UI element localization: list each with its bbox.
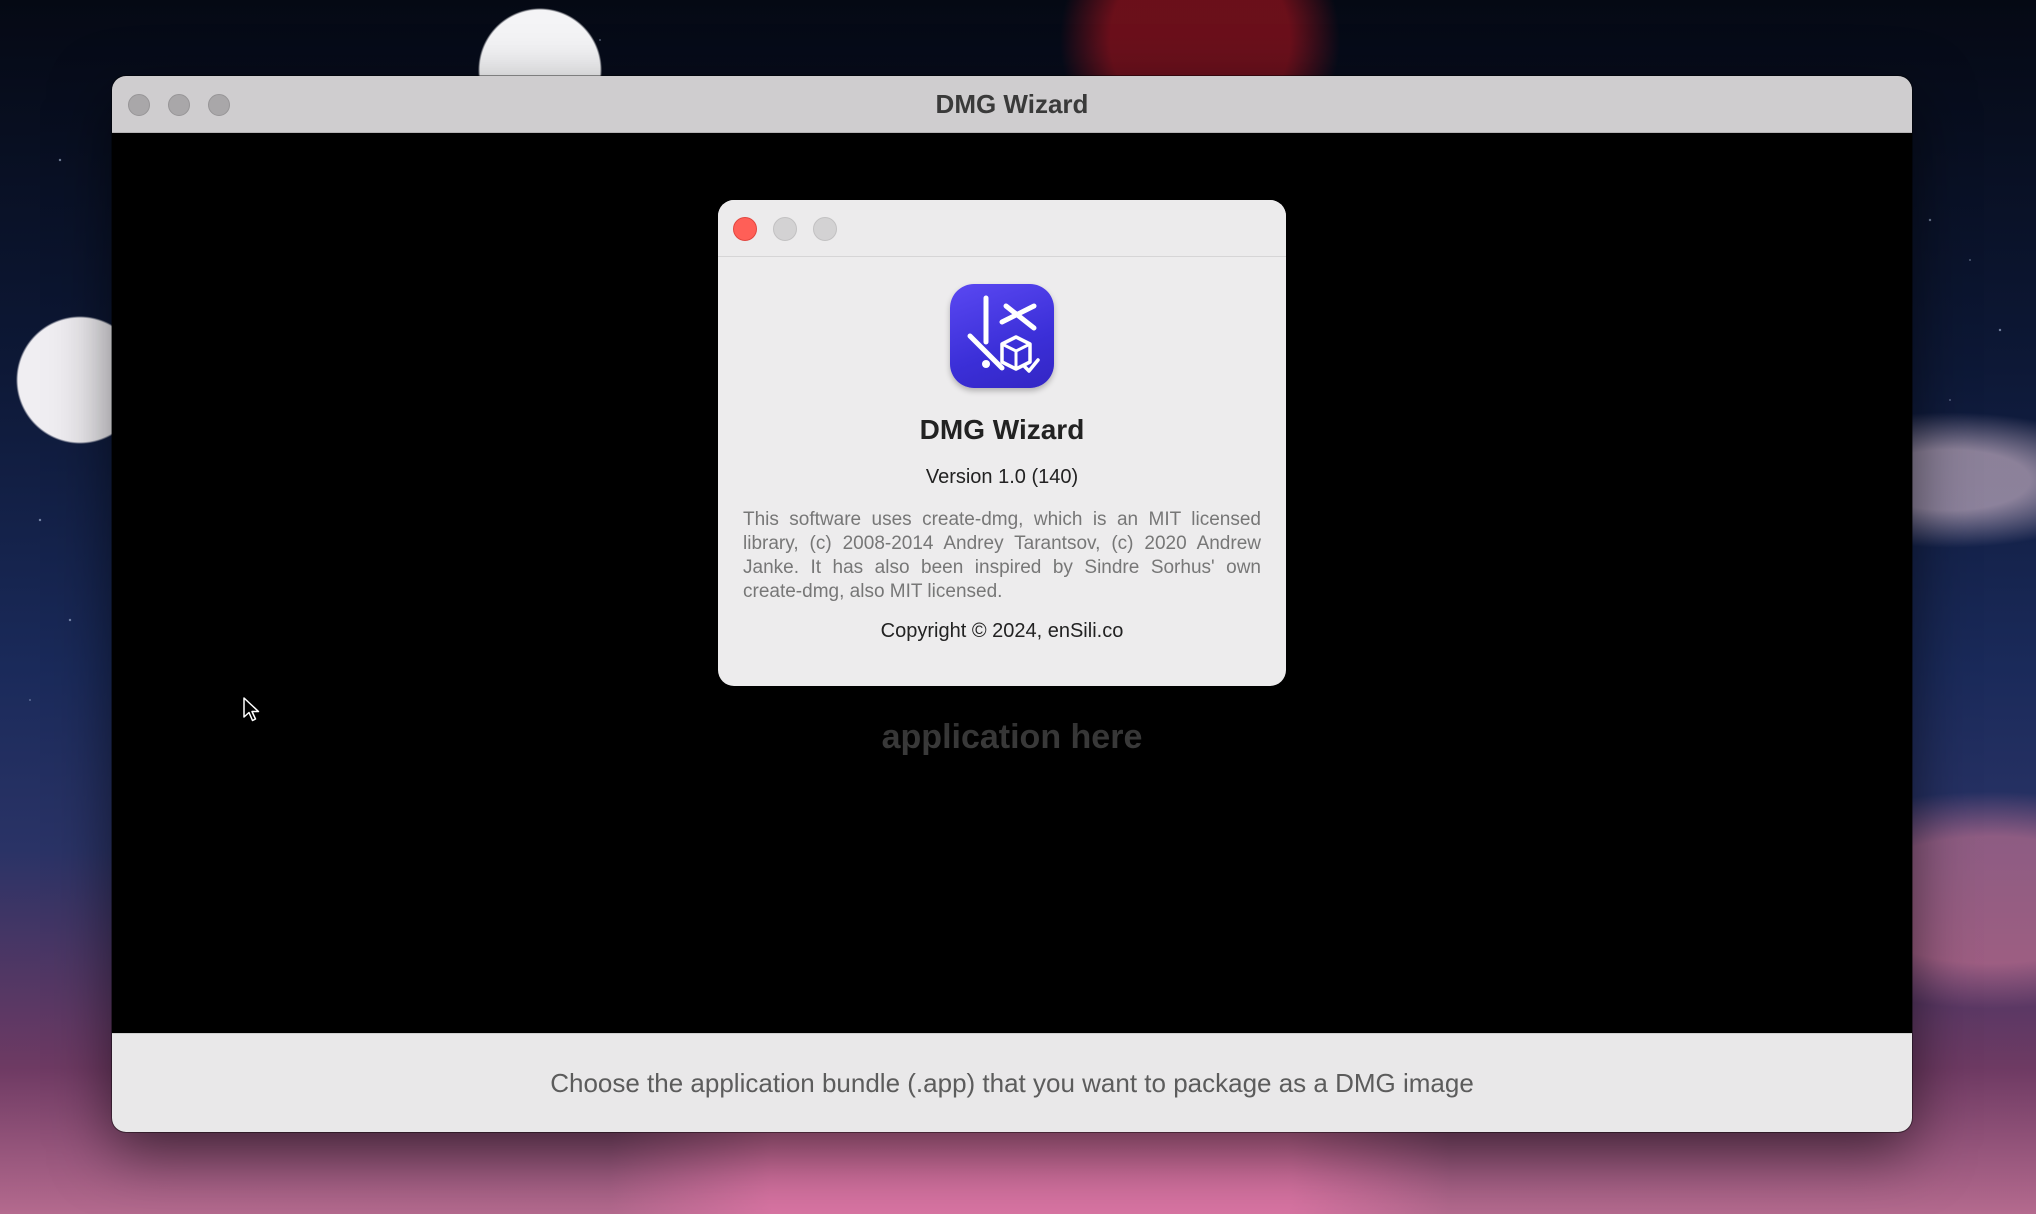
about-copyright: Copyright © 2024, enSili.co: [880, 620, 1124, 642]
about-minimize-button: [773, 217, 797, 241]
main-window-titlebar[interactable]: DMG Wizard: [112, 76, 1912, 133]
mouse-pointer-icon: [243, 697, 261, 728]
drop-hint-text: application here: [881, 718, 1143, 756]
about-dialog-titlebar[interactable]: [718, 200, 1286, 257]
desktop-wallpaper: DMG Wizard application here Choose the a…: [0, 0, 2036, 1214]
window-title: DMG Wizard: [935, 89, 1089, 119]
about-version: Version 1.0 (140): [925, 466, 1079, 488]
about-dialog: DMG Wizard Version 1.0 (140) This softwa…: [718, 200, 1286, 686]
about-app-name: DMG Wizard: [919, 414, 1085, 445]
about-close-button[interactable]: [733, 217, 757, 241]
about-credits: This software uses create-dmg, which is …: [743, 509, 1261, 602]
footer-instruction: Choose the application bundle (.app) tha…: [550, 1068, 1474, 1098]
about-zoom-button: [813, 217, 837, 241]
dmg-wizard-app-icon: [950, 284, 1054, 388]
status-footer: Choose the application bundle (.app) tha…: [112, 1033, 1912, 1132]
